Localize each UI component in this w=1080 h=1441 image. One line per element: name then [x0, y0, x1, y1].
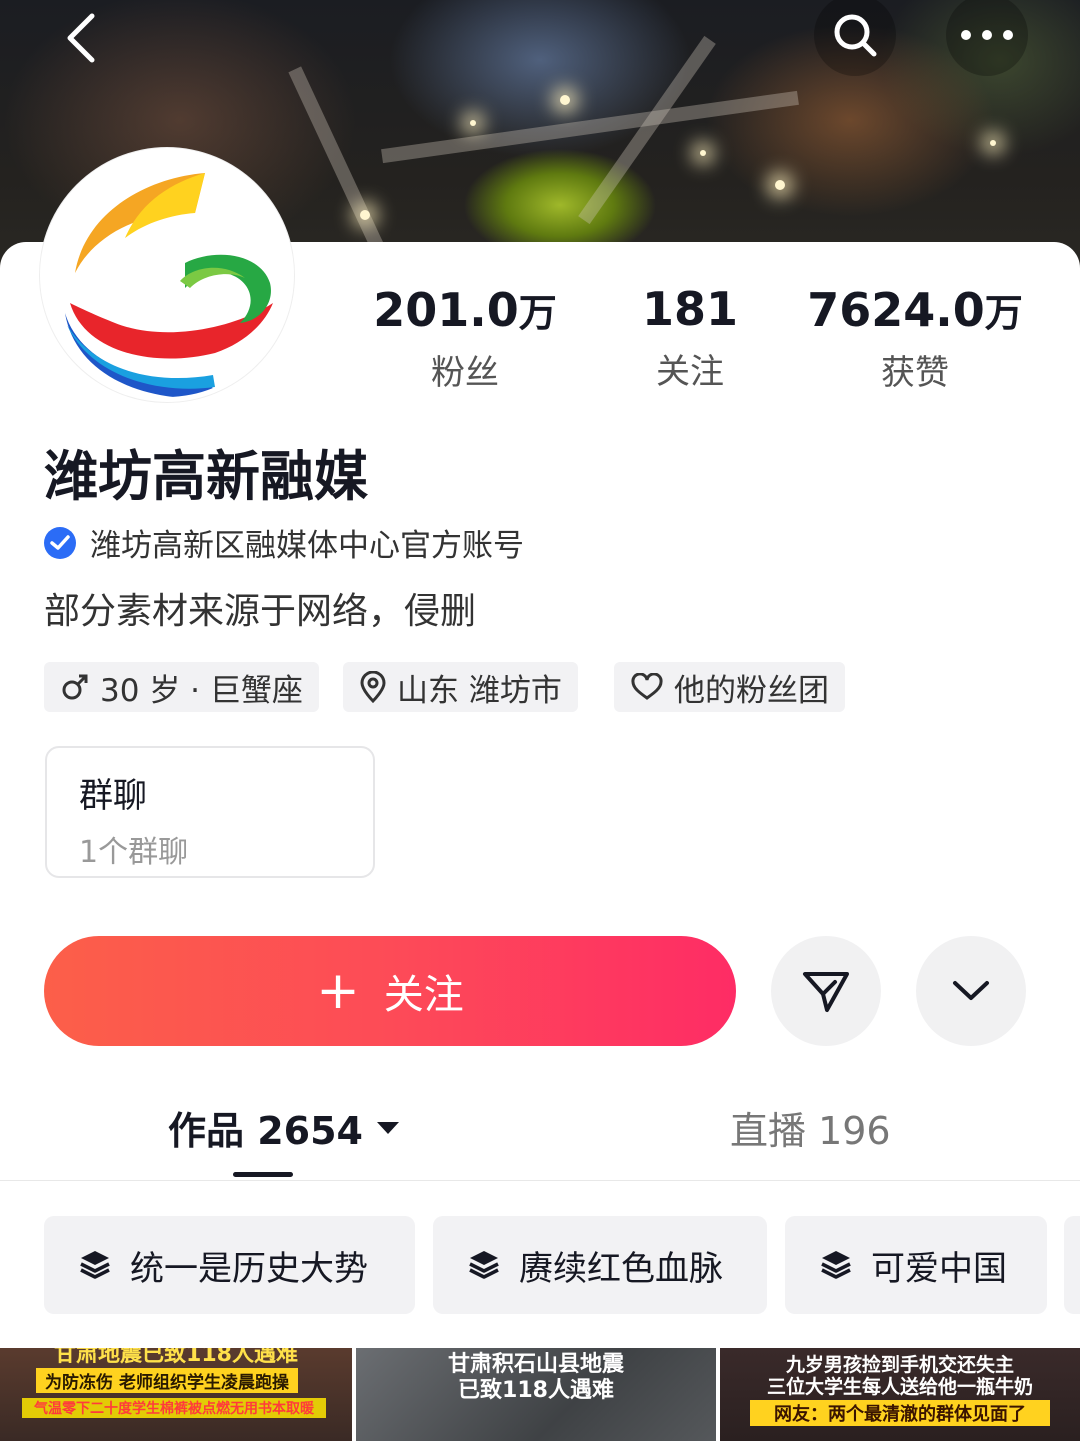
avatar[interactable] — [40, 148, 294, 402]
male-icon — [62, 674, 88, 700]
chevron-down-icon — [953, 981, 989, 1000]
triangle-down-icon — [377, 1121, 399, 1134]
share-button[interactable] — [771, 936, 881, 1046]
thumbnail-caption: 气温零下二十度学生棉裤被点燃无用书本取暖 — [22, 1398, 326, 1418]
thumbnail-caption: 三位大学生每人送给他一瓶牛奶 — [766, 1376, 1033, 1398]
follow-label: 关注 — [383, 972, 464, 1018]
thumbnail-caption: 网友：两个最清澈的群体见面了 — [750, 1400, 1050, 1426]
fanclub-text: 他的粉丝团 — [674, 672, 829, 709]
collection-label: 统一是历史大势 — [130, 1248, 368, 1289]
stat-following[interactable]: 181 关注 — [610, 282, 770, 393]
collection-item-partial[interactable] — [1064, 1216, 1080, 1314]
more-dots-icon — [961, 30, 1013, 40]
stack-icon — [821, 1251, 851, 1279]
collection-item[interactable]: 可爱中国 — [785, 1216, 1047, 1314]
video-thumbnail[interactable]: 甘肃地震已致118人遇难 为防冻伤 老师组织学生凌晨跑操 气温零下二十度学生棉裤… — [0, 1348, 352, 1441]
collection-label: 赓续红色血脉 — [519, 1248, 723, 1289]
thumbnail-caption: 甘肃地震已致118人遇难 — [54, 1348, 298, 1367]
video-thumbnail[interactable]: 九岁男孩捡到手机交还失主 三位大学生每人送给他一瓶牛奶 网友：两个最清澈的群体见… — [720, 1348, 1080, 1441]
verified-row: 潍坊高新区融媒体中心官方账号 — [44, 520, 524, 565]
tab-works-label: 作品 2654 — [168, 1109, 363, 1153]
back-arrow-icon — [67, 13, 95, 63]
likes-label: 获赞 — [881, 353, 949, 393]
stack-icon — [80, 1251, 110, 1279]
video-thumbnail[interactable]: 甘肃积石山县地震 已致118人遇难 — [356, 1348, 716, 1441]
tab-indicator — [233, 1172, 293, 1177]
tab-works[interactable]: 作品 2654 — [168, 1100, 401, 1155]
profile-name: 潍坊高新融媒 — [44, 445, 368, 508]
collection-label: 可爱中国 — [871, 1248, 1007, 1289]
likes-count: 7624.0万 — [807, 283, 1023, 337]
fans-label: 粉丝 — [431, 353, 499, 393]
send-icon — [803, 972, 849, 1012]
thumbnail-caption: 已致118人遇难 — [458, 1378, 614, 1403]
plus-icon: + — [316, 961, 360, 1021]
fanclub-tag[interactable]: 他的粉丝团 — [614, 662, 845, 712]
location-text: 山东 潍坊市 — [397, 672, 562, 709]
stat-fans[interactable]: 201.0万 粉丝 — [365, 282, 565, 394]
stack-icon — [469, 1251, 499, 1279]
group-chat-title: 群聊 — [79, 776, 147, 816]
heart-icon — [631, 673, 663, 700]
collection-item[interactable]: 统一是历史大势 — [44, 1216, 415, 1314]
tab-live[interactable]: 直播 196 — [730, 1100, 891, 1155]
location-tag[interactable]: 山东 潍坊市 — [343, 662, 578, 712]
location-pin-icon — [360, 671, 386, 703]
profile-bio: 部分素材来源于网络，侵删 — [44, 591, 477, 632]
group-chat-card[interactable]: 群聊 1个群聊 — [45, 746, 375, 878]
back-button[interactable] — [36, 0, 126, 76]
expand-button[interactable] — [916, 936, 1026, 1046]
collection-item[interactable]: 赓续红色血脉 — [433, 1216, 767, 1314]
following-label: 关注 — [656, 352, 724, 392]
divider — [0, 1180, 1080, 1181]
follow-button[interactable]: + 关注 — [44, 936, 736, 1046]
thumbnail-caption: 为防冻伤 老师组织学生凌晨跑操 — [36, 1368, 298, 1393]
verified-text: 潍坊高新区融媒体中心官方账号 — [90, 528, 524, 564]
verified-check-icon — [44, 526, 76, 559]
following-count: 181 — [641, 282, 739, 336]
age-text: 30 岁 · 巨蟹座 — [100, 672, 303, 709]
group-chat-subtitle: 1个群聊 — [79, 835, 189, 870]
search-icon — [834, 14, 877, 57]
fans-count: 201.0万 — [373, 283, 557, 337]
logo-image — [65, 173, 273, 397]
stat-likes[interactable]: 7624.0万 获赞 — [800, 282, 1030, 394]
age-tag: 30 岁 · 巨蟹座 — [44, 662, 319, 712]
